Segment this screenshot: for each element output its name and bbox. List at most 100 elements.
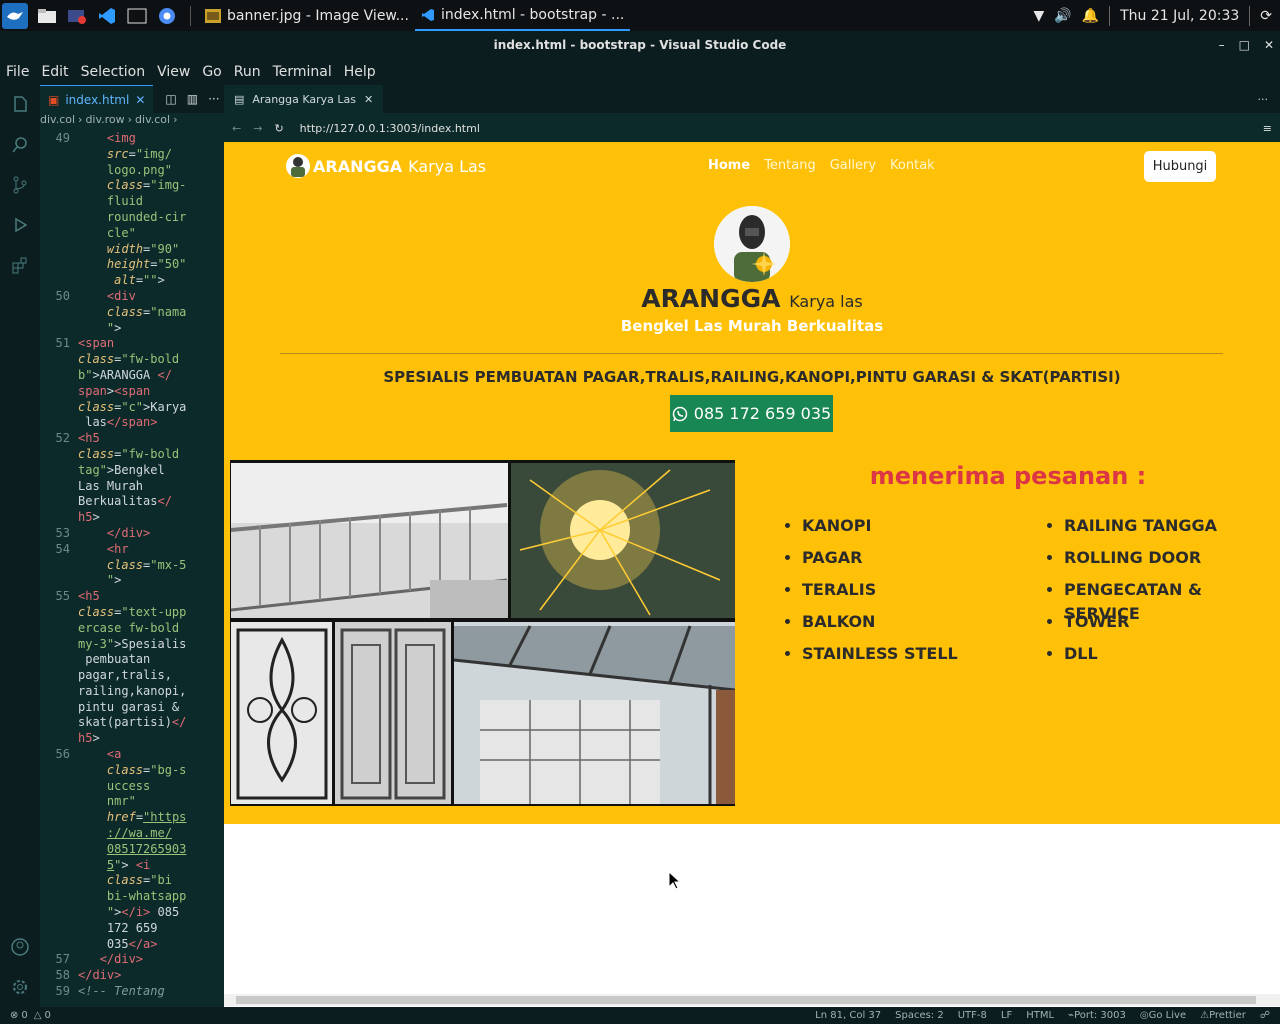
code-lines[interactable]: 49 <img src="img/ logo.png" class="img- … — [40, 131, 224, 1000]
warnings-icon[interactable]: △ — [34, 1010, 42, 1021]
list-item: PAGAR — [802, 546, 958, 578]
breadcrumb-item[interactable]: div.col — [135, 113, 170, 131]
preview-icon: ▤ — [234, 92, 245, 106]
terminal-icon[interactable] — [126, 6, 148, 26]
whatsapp-icon — [672, 406, 688, 421]
golive-status[interactable]: ◎Go Live — [1140, 1010, 1186, 1021]
url-bar: ← → ↻ http://127.0.0.1:3003/index.html ≡ — [224, 113, 1280, 143]
site-brand[interactable]: ARANGGA Karya Las — [286, 154, 486, 178]
feedback-icon[interactable]: ☍ — [1260, 1010, 1270, 1021]
app-menu-icon[interactable] — [2, 2, 28, 29]
system-tray: ▼ 🔊 🔔 Thu 21 Jul, 20:33 ⟳ — [1033, 0, 1280, 31]
scrollbar-thumb[interactable] — [236, 996, 1256, 1004]
close-tab-icon[interactable]: ✕ — [364, 93, 373, 106]
close-tab-icon[interactable]: ✕ — [135, 93, 145, 107]
explorer-icon[interactable] — [0, 85, 40, 125]
nav-tentang[interactable]: Tentang — [764, 158, 816, 173]
task-label: index.html - bootstrap - ... — [440, 6, 625, 23]
notification-bell-icon[interactable]: 🔔 — [1082, 8, 1099, 24]
menu-icon[interactable]: ≡ — [1263, 122, 1272, 135]
orders-title: menerima pesanan : — [869, 462, 1147, 490]
window-title: index.html - bootstrap - Visual Studio C… — [493, 38, 787, 52]
preview-tab[interactable]: ▤ Arangga Karya Las ✕ — [224, 85, 384, 113]
menu-file[interactable]: File — [0, 64, 35, 80]
list-item: ROLLING DOOR — [1064, 546, 1280, 578]
menu-edit[interactable]: Edit — [35, 64, 74, 80]
list-item: RAILING TANGGA — [1064, 514, 1280, 546]
menu-terminal[interactable]: Terminal — [267, 64, 338, 80]
list-item: KANOPI — [802, 514, 958, 546]
orders-list-right: RAILING TANGGA ROLLING DOOR PENGECATAN &… — [1064, 514, 1280, 674]
indentation[interactable]: Spaces: 2 — [895, 1010, 944, 1021]
split-editor-icon[interactable]: ◫ — [165, 92, 176, 106]
wifi-icon[interactable]: ▼ — [1033, 8, 1044, 24]
golive-icon: ◎ — [1139, 1010, 1149, 1021]
editor-tab-index[interactable]: ▣ index.html ✕ — [40, 85, 154, 113]
search-icon[interactable] — [0, 125, 40, 165]
source-control-icon[interactable] — [0, 165, 40, 205]
menu-help[interactable]: Help — [338, 64, 382, 80]
hero: ARANGGA Karya las Bengkel Las Murah Berk… — [224, 206, 1280, 335]
breadcrumb-item[interactable]: div.row — [85, 113, 124, 131]
window-titlebar: index.html - bootstrap - Visual Studio C… — [0, 31, 1280, 59]
nav-gallery[interactable]: Gallery — [830, 158, 876, 173]
site-navbar: ARANGGA Karya Las Home Tentang Gallery K… — [224, 142, 1280, 190]
maximize-icon[interactable]: □ — [1239, 31, 1250, 59]
prettier-status[interactable]: ⚠Prettier — [1200, 1010, 1246, 1021]
minimize-icon[interactable]: – — [1219, 31, 1225, 59]
specialty-heading: Spesialis pembuatan pagar,tralis,railing… — [383, 368, 1121, 386]
mouse-cursor — [668, 870, 682, 894]
door-trellis-photo — [335, 622, 451, 804]
canopy-photo — [453, 622, 736, 804]
menu-run[interactable]: Run — [228, 64, 267, 80]
layout-icon[interactable]: ▥ — [187, 92, 198, 106]
preview-tabs: ▤ Arangga Karya Las ✕ ··· — [224, 85, 1280, 113]
nav-home[interactable]: Home — [708, 158, 750, 173]
menu-view[interactable]: View — [151, 64, 196, 80]
encoding[interactable]: UTF-8 — [958, 1010, 987, 1021]
hero-tagline: Bengkel Las Murah Berkualitas — [620, 317, 884, 335]
hubungi-button[interactable]: Hubungi — [1144, 151, 1216, 182]
window-trellis-photo — [231, 622, 332, 804]
file-manager-icon[interactable] — [36, 6, 58, 26]
vscode-icon[interactable] — [96, 6, 118, 26]
extensions-icon[interactable] — [0, 245, 40, 285]
screen-recorder-icon[interactable] — [66, 6, 88, 26]
chrome-icon[interactable] — [156, 6, 178, 26]
nav-kontak[interactable]: Kontak — [890, 158, 935, 173]
errors-count[interactable]: 0 — [21, 1010, 27, 1021]
power-icon[interactable]: ⟳ — [1260, 8, 1272, 24]
forward-icon[interactable]: → — [253, 122, 262, 135]
code-editor[interactable]: ▣ index.html ✕ ◫ ▥ ··· div.col › div.row ›… — [40, 85, 224, 1007]
language-mode[interactable]: HTML — [1026, 1010, 1054, 1021]
whatsapp-button[interactable]: 085 172 659 035 — [670, 395, 833, 432]
task-image-viewer[interactable]: banner.jpg - Image View... — [199, 0, 415, 31]
back-icon[interactable]: ← — [232, 122, 241, 135]
accounts-icon[interactable] — [0, 927, 40, 967]
horizontal-scrollbar[interactable] — [224, 994, 1280, 1006]
breadcrumb-item[interactable]: div.col — [40, 113, 75, 131]
more-actions-icon[interactable]: ··· — [1258, 93, 1269, 106]
task-vscode[interactable]: index.html - bootstrap - ... — [414, 0, 631, 31]
reload-icon[interactable]: ↻ — [274, 122, 283, 135]
menu-selection[interactable]: Selection — [75, 64, 152, 80]
run-debug-icon[interactable] — [0, 205, 40, 245]
status-bar: ⊗ 0 △ 0 Ln 81, Col 37 Spaces: 2 UTF-8 LF… — [0, 1007, 1280, 1024]
settings-gear-icon[interactable] — [0, 967, 40, 1007]
port-status[interactable]: ⌁Port: 3003 — [1068, 1010, 1126, 1021]
cursor-position[interactable]: Ln 81, Col 37 — [815, 1010, 881, 1021]
warnings-count[interactable]: 0 — [44, 1010, 50, 1021]
vscode-icon — [421, 8, 434, 21]
more-actions-icon[interactable]: ··· — [208, 92, 219, 106]
html-file-icon: ▣ — [48, 92, 60, 107]
close-icon[interactable]: ✕ — [1264, 31, 1274, 59]
url-input[interactable]: http://127.0.0.1:3003/index.html — [300, 122, 480, 135]
line-ending[interactable]: LF — [1001, 1010, 1012, 1021]
gallery-collage — [230, 460, 736, 806]
clock[interactable]: Thu 21 Jul, 20:33 — [1120, 8, 1239, 24]
menu-go[interactable]: Go — [196, 64, 227, 80]
hero-name: ARANGGA — [641, 284, 781, 313]
volume-icon[interactable]: 🔊 — [1054, 8, 1071, 24]
errors-icon[interactable]: ⊗ — [10, 1010, 18, 1021]
welding-sparks-photo — [511, 463, 735, 618]
